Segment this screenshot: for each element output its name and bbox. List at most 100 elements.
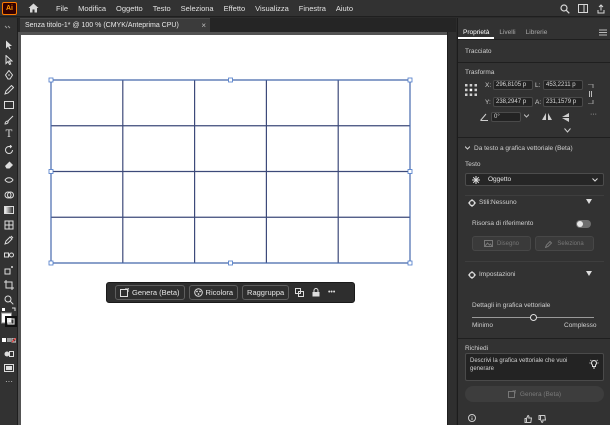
blend-icon bbox=[4, 252, 14, 257]
canvas-area[interactable] bbox=[18, 32, 456, 425]
expand-icon bbox=[564, 128, 571, 133]
tab-close-button[interactable]: × bbox=[201, 21, 206, 30]
brush-icon bbox=[4, 115, 14, 125]
menu-aiuto[interactable]: Aiuto bbox=[331, 0, 358, 17]
height-field[interactable]: 231,1579 p bbox=[543, 97, 583, 107]
info-icon bbox=[468, 414, 476, 422]
menu-testo[interactable]: Testo bbox=[148, 0, 176, 17]
shape-builder-icon bbox=[4, 191, 14, 198]
pen-tool[interactable] bbox=[2, 68, 16, 81]
dislike-icon bbox=[538, 415, 546, 423]
fill-stroke-swatches[interactable] bbox=[1, 307, 17, 327]
slider-min-label: Minimo bbox=[472, 322, 493, 329]
disegno-button[interactable]: Disegno bbox=[472, 236, 531, 251]
blend-tool[interactable] bbox=[2, 248, 16, 261]
transform-icon bbox=[295, 288, 305, 297]
reference-asset-toggle[interactable] bbox=[576, 220, 591, 228]
raggruppa-button[interactable]: Raggruppa bbox=[242, 285, 290, 300]
color-mode-buttons[interactable] bbox=[2, 334, 16, 347]
gradient-tool[interactable] bbox=[2, 203, 16, 216]
lock-button[interactable] bbox=[309, 285, 322, 300]
tools-panel: T ··· bbox=[0, 18, 18, 425]
a-label: A: bbox=[535, 99, 542, 106]
y-field[interactable]: 238,2947 p bbox=[493, 97, 533, 107]
seleziona-button[interactable]: Seleziona bbox=[535, 236, 594, 251]
tab-livelli[interactable]: Livelli bbox=[494, 26, 520, 39]
prompt-placeholder: Descrivi la grafica vettoriale che vuoi … bbox=[470, 358, 568, 372]
l-label: L: bbox=[535, 82, 541, 89]
styles-collapse-icon bbox=[586, 199, 592, 204]
home-button[interactable] bbox=[23, 0, 43, 17]
width-tool[interactable] bbox=[2, 173, 16, 186]
vector-detail-label: Dettagli in grafica vettoriale bbox=[472, 302, 551, 309]
draw-mode-button[interactable] bbox=[2, 347, 16, 360]
reference-asset-label: Risorsa di riferimento bbox=[472, 220, 534, 227]
menu-modifica[interactable]: Modifica bbox=[73, 0, 111, 17]
x-label: X: bbox=[485, 82, 492, 89]
panel-menu-icon bbox=[599, 29, 607, 36]
menu-oggetto[interactable]: Oggetto bbox=[111, 0, 148, 17]
selection-type-label: Tracciato bbox=[465, 48, 492, 55]
pencil-tool[interactable] bbox=[2, 83, 16, 96]
impostazioni-label[interactable]: Impostazioni bbox=[479, 271, 516, 278]
eyedropper-tool[interactable] bbox=[2, 233, 16, 246]
more-transform-options[interactable]: ··· bbox=[590, 111, 597, 118]
menu-seleziona[interactable]: Seleziona bbox=[176, 0, 219, 17]
artboard[interactable] bbox=[21, 35, 447, 425]
width-field[interactable]: 453,2211 p bbox=[543, 80, 583, 90]
search-button[interactable] bbox=[556, 0, 574, 17]
artboard-tool[interactable] bbox=[2, 278, 16, 291]
styles-gear-icon bbox=[468, 199, 476, 207]
menu-file[interactable]: File bbox=[51, 0, 73, 17]
menu-visualizza[interactable]: Visualizza bbox=[250, 0, 294, 17]
panel-grip[interactable] bbox=[2, 20, 16, 33]
selection-tool[interactable] bbox=[2, 38, 16, 51]
mesh-tool[interactable] bbox=[2, 218, 16, 231]
symbol-sprayer-tool[interactable] bbox=[2, 263, 16, 276]
direct-selection-tool[interactable] bbox=[2, 53, 16, 66]
genera-beta-label: Genera (Beta) bbox=[132, 288, 180, 297]
properties-panel: Proprietà Livelli Librerie Tracciato Tra… bbox=[457, 18, 610, 425]
tab-proprieta[interactable]: Proprietà bbox=[458, 26, 495, 39]
type-dropdown[interactable]: Oggetto bbox=[465, 173, 604, 186]
rotate-icon bbox=[5, 144, 13, 154]
generate-small-icon bbox=[507, 390, 516, 398]
more-tools-button[interactable]: ··· bbox=[2, 375, 16, 388]
menu-effetto[interactable]: Effetto bbox=[219, 0, 251, 17]
detail-slider-knob[interactable] bbox=[529, 314, 537, 321]
share-button[interactable] bbox=[592, 0, 610, 17]
eraser-tool[interactable] bbox=[2, 158, 16, 171]
reference-point-icon bbox=[465, 84, 477, 96]
selection-handle bbox=[48, 77, 54, 83]
genera-beta-panel-button[interactable]: Genera (Beta) bbox=[465, 386, 604, 402]
transform-each-button[interactable] bbox=[293, 285, 306, 300]
main-menu: File Modifica Oggetto Testo Seleziona Ef… bbox=[51, 0, 358, 17]
like-icon bbox=[524, 415, 532, 423]
screen-mode-button[interactable] bbox=[2, 361, 16, 374]
type-tool[interactable]: T bbox=[2, 128, 16, 141]
type-dropdown-value: Oggetto bbox=[488, 176, 512, 183]
x-field[interactable]: 296,8105 p bbox=[493, 80, 533, 90]
rotate-tool[interactable] bbox=[2, 143, 16, 156]
brush-tool[interactable] bbox=[2, 113, 16, 126]
more-options-button[interactable]: ••• bbox=[325, 285, 338, 300]
width-icon bbox=[4, 176, 14, 183]
zoom-tool[interactable] bbox=[2, 293, 16, 306]
tab-librerie[interactable]: Librerie bbox=[521, 26, 553, 39]
menu-finestra[interactable]: Finestra bbox=[294, 0, 331, 17]
workspace-button[interactable] bbox=[574, 0, 592, 17]
slider-max-label: Complesso bbox=[564, 322, 597, 329]
genera-beta-panel-label: Genera (Beta) bbox=[519, 390, 562, 398]
document-tab[interactable]: Senza titolo-1* @ 100 % (CMYK/Anteprima … bbox=[20, 18, 210, 32]
prompt-textarea[interactable]: Descrivi la grafica vettoriale che vuoi … bbox=[465, 353, 604, 381]
testo-label: Testo bbox=[465, 161, 481, 168]
shape-builder-tool[interactable] bbox=[2, 188, 16, 201]
stili-value[interactable]: Nessuno bbox=[491, 199, 517, 206]
rotate-field[interactable]: 0° bbox=[491, 112, 521, 122]
rectangle-tool[interactable] bbox=[2, 98, 16, 111]
document-tabs: Senza titolo-1* @ 100 % (CMYK/Anteprima … bbox=[18, 18, 456, 32]
ricolora-button[interactable]: Ricolora bbox=[188, 285, 239, 300]
canvas-scrollbar[interactable] bbox=[447, 32, 456, 425]
genera-beta-button[interactable]: Genera (Beta) bbox=[115, 285, 185, 300]
eraser-icon bbox=[5, 161, 13, 169]
